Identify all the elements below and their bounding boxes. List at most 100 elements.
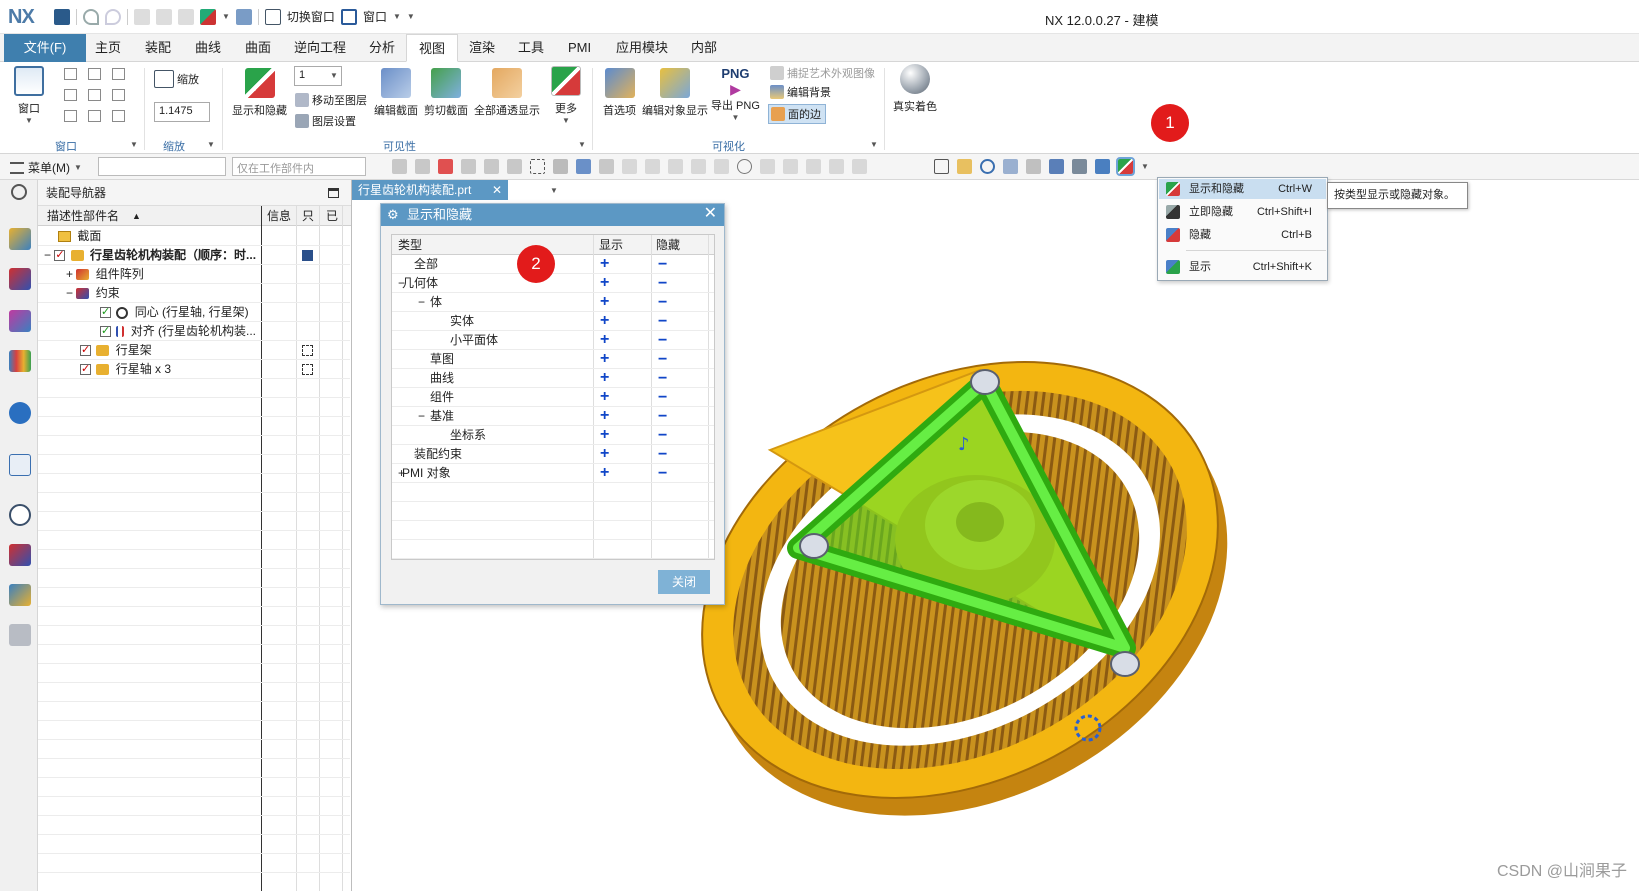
zoom-window-icon[interactable] — [957, 159, 972, 174]
show-all-through-button[interactable]: 全部通透显示 — [474, 68, 540, 118]
gear-icon[interactable]: ⚙ — [387, 204, 399, 226]
gear-icon[interactable] — [11, 184, 27, 200]
part-navigator-icon[interactable] — [9, 310, 31, 332]
show-plus-button[interactable]: + — [600, 292, 609, 311]
customize-qat-icon[interactable]: ▼ — [407, 12, 415, 21]
selection-scope-combo[interactable]: 仅在工作部件内 — [232, 157, 366, 176]
undo-icon[interactable] — [83, 8, 99, 25]
assembly-navigator-icon[interactable] — [9, 228, 31, 250]
tree-row-constraints[interactable]: − 约束 — [38, 284, 350, 303]
chevron-down-icon[interactable]: ▼ — [393, 12, 401, 21]
tab-view[interactable]: 视图 — [406, 34, 459, 62]
show-hide-qat-icon[interactable] — [200, 8, 216, 25]
hide-minus-button[interactable]: − — [658, 312, 667, 331]
column-modified[interactable]: 已 — [326, 206, 338, 226]
close-tab-icon[interactable]: ✕ — [492, 180, 502, 200]
tree-row-component-array[interactable]: + 组件阵列 — [38, 265, 350, 284]
layout-quad-icon[interactable] — [64, 89, 77, 101]
menu-button[interactable]: 菜单(M) ▼ — [10, 159, 82, 176]
tree-row-concentric[interactable]: 同心 (行星轴, 行星架) — [38, 303, 350, 322]
layer-settings-button[interactable]: 图层设置 — [295, 113, 356, 129]
layout-three-icon[interactable] — [88, 89, 101, 101]
layout-split-icon[interactable] — [112, 68, 125, 80]
tab-surface[interactable]: 曲面 — [233, 34, 283, 62]
show-plus-button[interactable]: + — [600, 254, 609, 273]
chevron-down-icon[interactable]: ▼ — [578, 140, 586, 149]
rect-select-icon[interactable] — [530, 159, 545, 174]
snap-icon-4[interactable] — [484, 159, 499, 174]
spline-icon[interactable] — [668, 159, 683, 174]
hide-minus-button[interactable]: − — [658, 407, 667, 426]
hide-minus-button[interactable]: − — [658, 274, 667, 293]
more-button[interactable]: 更多 ▼ — [551, 66, 581, 125]
layout-two-icon[interactable] — [88, 68, 101, 80]
layout-grid3-icon[interactable] — [112, 110, 125, 122]
snap-icon-8[interactable] — [806, 159, 821, 174]
tab-internal[interactable]: 内部 — [679, 34, 729, 62]
snap-icon-10[interactable] — [852, 159, 867, 174]
line-icon[interactable] — [622, 159, 637, 174]
sort-up-icon[interactable]: ▲ — [132, 206, 141, 226]
tree-row-align[interactable]: 对齐 (行星齿轮机构装... — [38, 322, 350, 341]
tree-row-planet-carrier[interactable]: 行星架 — [38, 341, 350, 360]
curve-icon[interactable] — [645, 159, 660, 174]
layout-grid-icon[interactable] — [64, 110, 77, 122]
system-materials-icon[interactable] — [9, 584, 31, 606]
show-plus-button[interactable]: + — [600, 387, 609, 406]
zoom-button[interactable]: 缩放 — [154, 70, 199, 88]
chevron-down-icon[interactable]: ▼ — [222, 12, 230, 21]
tab-home[interactable]: 主页 — [83, 34, 133, 62]
pan-icon[interactable] — [1003, 159, 1018, 174]
layout-icon[interactable] — [1049, 159, 1064, 174]
render-style-icon[interactable] — [1026, 159, 1041, 174]
clip-section-button[interactable]: 剪切截面 — [424, 68, 468, 118]
tab-curve[interactable]: 曲线 — [183, 34, 233, 62]
redo-icon[interactable] — [105, 8, 121, 25]
chevron-down-icon[interactable]: ▼ — [1141, 162, 1149, 171]
hide-minus-button[interactable]: − — [658, 350, 667, 369]
close-button[interactable]: 关闭 — [658, 570, 710, 594]
hide-minus-button[interactable]: − — [658, 388, 667, 407]
tab-pmi[interactable]: PMI — [556, 34, 603, 62]
chevron-down-icon[interactable]: ▼ — [870, 140, 878, 149]
menu-item-show[interactable]: 显示 Ctrl+Shift+K — [1159, 257, 1326, 277]
solid-cube-icon[interactable] — [1095, 159, 1110, 174]
layout-single-icon[interactable] — [64, 68, 77, 80]
menu-item-show-hide[interactable]: 显示和隐藏 Ctrl+W — [1159, 179, 1326, 199]
export-png-button[interactable]: PNG ▶ 导出 PNG ▼ — [711, 66, 760, 122]
menu-item-hide[interactable]: 隐藏 Ctrl+B — [1159, 225, 1326, 245]
edit-section-button[interactable]: 编辑截面 — [374, 68, 418, 118]
history-clock-icon[interactable] — [9, 504, 31, 526]
copy-icon[interactable] — [156, 8, 172, 25]
save-icon[interactable] — [54, 8, 70, 25]
cube-icon[interactable] — [576, 159, 591, 174]
expand-toggle-icon[interactable]: − — [418, 407, 425, 426]
show-plus-button[interactable]: + — [600, 425, 609, 444]
fit-view-icon[interactable] — [934, 159, 949, 174]
tab-reverse-engineering[interactable]: 逆向工程 — [282, 34, 358, 62]
edit-object-display-button[interactable]: 编辑对象显示 — [642, 68, 708, 118]
tab-application[interactable]: 应用模块 — [604, 34, 680, 62]
show-plus-button[interactable]: + — [600, 311, 609, 330]
face-edges-toggle[interactable]: 面的边 — [768, 104, 826, 124]
edit-background-button[interactable]: 编辑背景 — [770, 84, 831, 100]
show-plus-button[interactable]: + — [600, 463, 609, 482]
show-plus-button[interactable]: + — [600, 368, 609, 387]
visibility-checkbox[interactable] — [80, 360, 91, 379]
show-hide-ribbon-button[interactable]: 显示和隐藏 — [232, 68, 287, 118]
paste-icon[interactable] — [178, 8, 194, 25]
window-menu-button[interactable]: 窗口 — [363, 8, 387, 25]
info-icon[interactable] — [9, 402, 31, 424]
show-plus-button[interactable]: + — [600, 349, 609, 368]
tree-row-planet-shaft[interactable]: 行星轴 x 3 — [38, 360, 350, 379]
type-filter-combo[interactable] — [98, 157, 226, 176]
repeat-command-icon[interactable] — [235, 8, 252, 25]
planetary-gear-model[interactable]: ♪ — [680, 330, 1240, 830]
tree-row-assembly-root[interactable]: − 行星齿轮机构装配（顺序：时... — [38, 246, 350, 265]
web-browser-icon[interactable] — [9, 454, 31, 476]
select-icon[interactable] — [438, 159, 453, 174]
preferences-button[interactable]: 首选项 — [603, 68, 636, 118]
layout-grid2-icon[interactable] — [88, 110, 101, 122]
hide-minus-button[interactable]: − — [658, 255, 667, 274]
expand-toggle-icon[interactable]: − — [418, 293, 425, 312]
